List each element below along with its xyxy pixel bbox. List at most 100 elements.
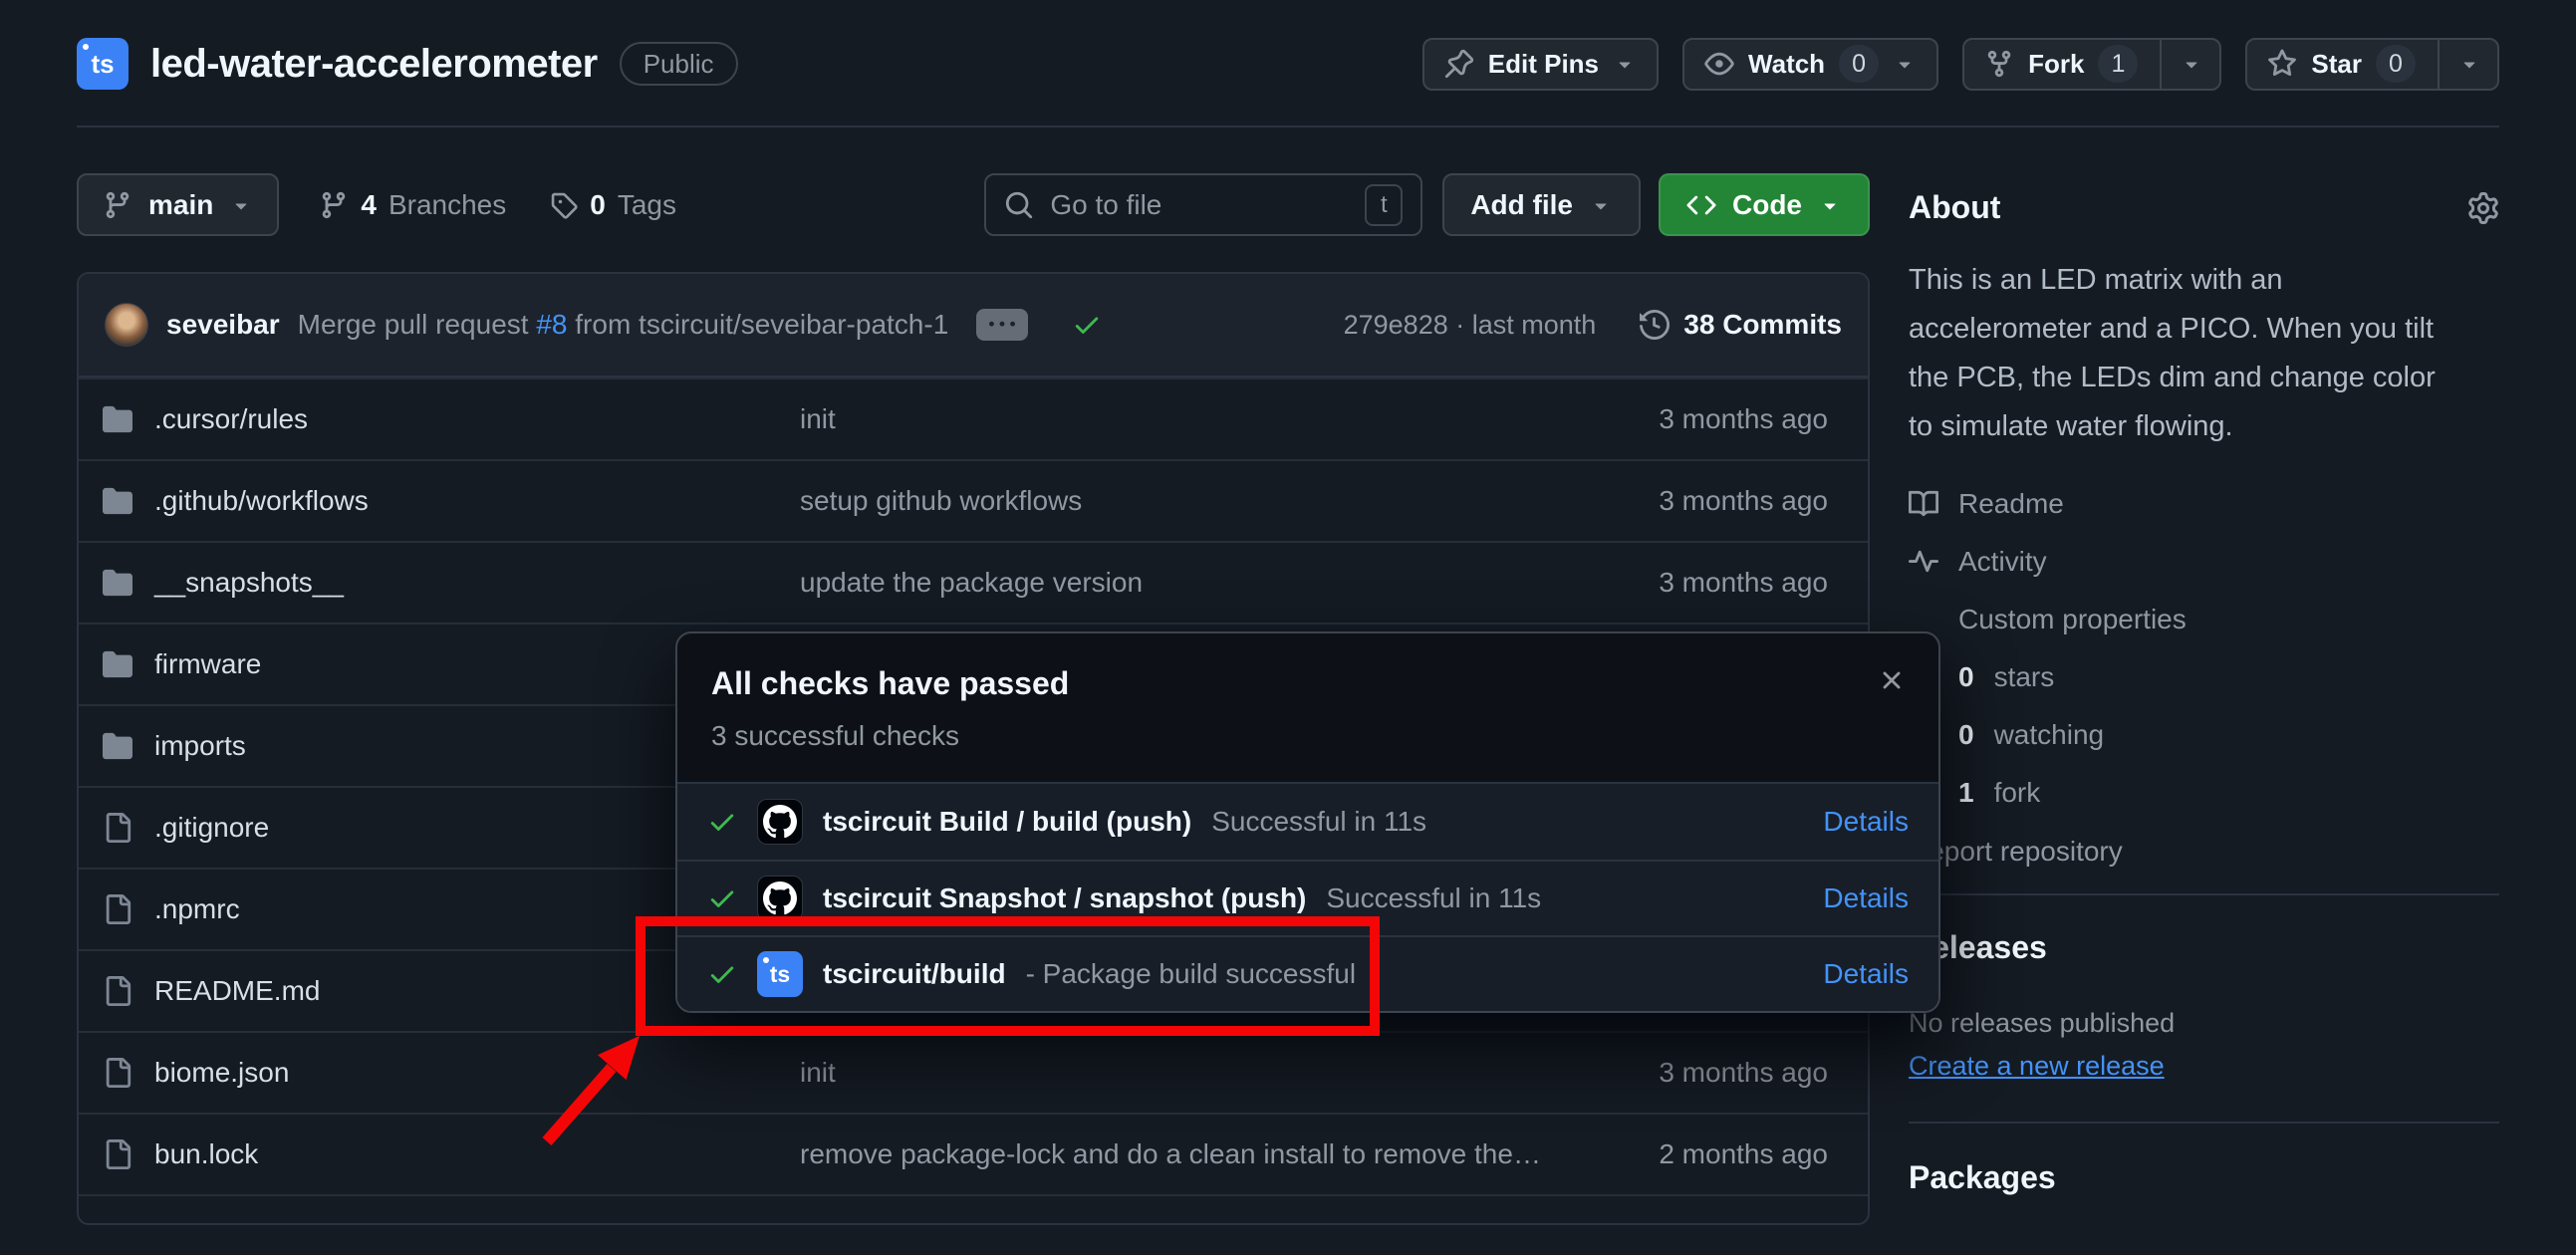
commit-message[interactable]: Merge pull request #8 from tscircuit/sev…	[298, 309, 949, 341]
folder-icon	[103, 486, 132, 516]
check-icon	[707, 959, 737, 989]
fork-count: 1	[2098, 45, 2138, 83]
details-link[interactable]: Details	[1823, 882, 1909, 914]
search-icon	[1004, 190, 1034, 220]
file-commit-message[interactable]: update the package version	[776, 567, 1589, 599]
commit-message-prefix: Merge pull request	[298, 309, 529, 340]
repo-title[interactable]: led-water-accelerometer	[150, 42, 598, 87]
file-commit-date[interactable]: 3 months ago	[1589, 403, 1828, 435]
latest-commit-bar: seveibar Merge pull request #8 from tsci…	[79, 274, 1868, 377]
file-name-label[interactable]: .github/workflows	[154, 485, 369, 517]
pin-icon	[1444, 49, 1474, 79]
file-name-label[interactable]: biome.json	[154, 1057, 289, 1089]
github-icon	[763, 881, 797, 915]
file-icon	[103, 894, 132, 924]
go-to-file-search[interactable]: t	[984, 173, 1422, 236]
check-name: tscircuit/build	[823, 958, 1006, 990]
releases-title: Releases	[1909, 929, 2499, 966]
edit-pins-button[interactable]: Edit Pins	[1422, 38, 1659, 91]
watching-label: watching	[1994, 719, 2105, 751]
file-name-label[interactable]: __snapshots__	[154, 567, 344, 599]
branches-label: Branches	[388, 189, 506, 221]
sidebar-item-watching[interactable]: 0 watching	[1909, 706, 2499, 764]
file-name-label[interactable]: .gitignore	[154, 812, 269, 844]
file-row[interactable]: biome.json init 3 months ago	[79, 1031, 1868, 1113]
folder-icon	[103, 568, 132, 598]
commit-status-check[interactable]	[1072, 310, 1102, 340]
code-button[interactable]: Code	[1659, 173, 1870, 236]
header-actions: Edit Pins Watch 0 Fork 1 Star 0	[1422, 38, 2499, 91]
file-commit-message[interactable]: init	[776, 1057, 1589, 1089]
activity-label: Activity	[1958, 546, 2047, 578]
add-file-label: Add file	[1470, 189, 1573, 221]
file-commit-message[interactable]: setup github workflows	[776, 485, 1589, 517]
file-commit-message[interactable]: remove package-lock and do a clean insta…	[776, 1138, 1589, 1170]
create-release-link[interactable]: Create a new release	[1909, 1051, 2165, 1082]
commit-description-toggle[interactable]	[976, 309, 1028, 341]
check-status: Successful in 11s	[1211, 806, 1426, 838]
commit-author-avatar[interactable]	[105, 303, 148, 347]
sidebar-item-readme[interactable]: Readme	[1909, 475, 2499, 533]
branches-link[interactable]: 4 Branches	[319, 189, 506, 221]
file-name-label[interactable]: bun.lock	[154, 1138, 258, 1170]
ellipsis-icon	[989, 312, 1015, 338]
fork-dropdown[interactable]	[2160, 40, 2203, 89]
popup-subtitle: 3 successful checks	[711, 720, 1905, 752]
custom-properties-label: Custom properties	[1958, 604, 2187, 635]
file-row[interactable]: __snapshots__ update the package version…	[79, 541, 1868, 623]
check-icon	[707, 807, 737, 837]
file-row[interactable]: .github/workflows setup github workflows…	[79, 459, 1868, 541]
file-commit-date[interactable]: 3 months ago	[1589, 1057, 1828, 1089]
branch-selector[interactable]: main	[77, 173, 279, 236]
repo-owner-avatar[interactable]: ts	[77, 38, 129, 90]
file-icon	[103, 1139, 132, 1169]
file-name-label[interactable]: imports	[154, 730, 246, 762]
file-commit-date[interactable]: 3 months ago	[1589, 485, 1828, 517]
search-input[interactable]	[1050, 189, 1349, 221]
file-name-label[interactable]: .npmrc	[154, 893, 240, 925]
star-button[interactable]: Star 0	[2245, 38, 2499, 91]
repo-header: ts led-water-accelerometer Public Edit P…	[77, 36, 2499, 92]
commit-author[interactable]: seveibar	[166, 309, 280, 341]
file-commit-message[interactable]: init	[776, 403, 1589, 435]
watch-button[interactable]: Watch 0	[1682, 38, 1938, 91]
chevron-down-icon	[2457, 52, 2481, 76]
file-commit-date[interactable]: 3 months ago	[1589, 567, 1828, 599]
sidebar: About This is an LED matrix with an acce…	[1909, 173, 2499, 1225]
file-name-label[interactable]: firmware	[154, 648, 261, 680]
check-icon	[707, 883, 737, 913]
sidebar-item-stars[interactable]: 0 stars	[1909, 648, 2499, 706]
tscircuit-avatar: ts	[757, 951, 803, 997]
folder-icon	[103, 649, 132, 679]
commits-history-link[interactable]: 38 Commits	[1640, 309, 1842, 341]
file-row[interactable]: bun.lock remove package-lock and do a cl…	[79, 1113, 1868, 1194]
fork-button[interactable]: Fork 1	[1962, 38, 2221, 91]
pr-link[interactable]: #8	[536, 309, 567, 340]
git-branch-icon	[319, 190, 349, 220]
sidebar-item-custom-properties[interactable]: Custom properties	[1909, 591, 2499, 648]
code-icon	[1686, 190, 1716, 220]
chevron-down-icon	[1818, 193, 1842, 217]
sidebar-item-fork[interactable]: 1 fork	[1909, 764, 2499, 822]
file-row[interactable]: .cursor/rules init 3 months ago	[79, 377, 1868, 459]
checks-popup: All checks have passed 3 successful chec…	[675, 631, 1940, 1013]
tags-link[interactable]: 0 Tags	[550, 189, 676, 221]
file-commit-date[interactable]: 2 months ago	[1589, 1138, 1828, 1170]
details-link[interactable]: Details	[1823, 958, 1909, 990]
commit-sha-time[interactable]: 279e828 · last month	[1344, 310, 1597, 341]
close-icon[interactable]	[1877, 665, 1907, 695]
fork-count: 1	[1958, 777, 1974, 809]
stars-label: stars	[1994, 661, 2055, 693]
releases-empty-text: No releases published	[1909, 1008, 2499, 1039]
history-icon	[1640, 310, 1670, 340]
report-repository-link[interactable]: Report repository	[1909, 836, 2499, 868]
sidebar-item-activity[interactable]: Activity	[1909, 533, 2499, 591]
add-file-button[interactable]: Add file	[1442, 173, 1641, 236]
file-name-label[interactable]: .cursor/rules	[154, 403, 308, 435]
star-dropdown[interactable]	[2438, 40, 2481, 89]
github-icon	[763, 805, 797, 839]
file-name-label[interactable]: README.md	[154, 975, 320, 1007]
stars-count: 0	[1958, 661, 1974, 693]
gear-icon[interactable]	[2467, 192, 2499, 224]
details-link[interactable]: Details	[1823, 806, 1909, 838]
